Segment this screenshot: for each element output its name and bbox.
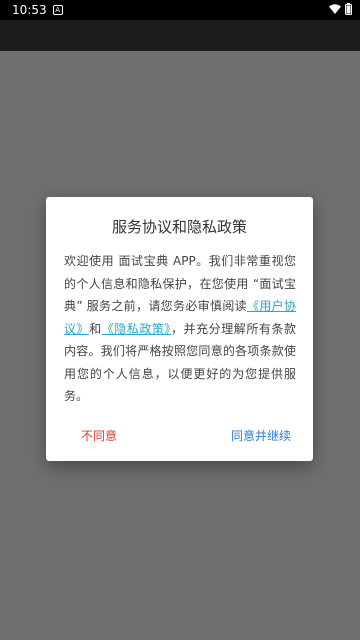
app-bar [0,20,360,51]
dialog-title: 服务协议和隐私政策 [111,218,247,236]
status-time: 10:53 [12,3,47,17]
status-left: 10:53 A [12,3,63,17]
status-bar: 10:53 A [0,0,360,20]
dialog-body: 欢迎使用 面试宝典 APP。我们非常重视您的个人信息和隐私保护，在您使用 “面试… [64,250,296,408]
and-text: 和 [89,321,102,336]
battery-icon [345,2,352,18]
privacy-policy-link[interactable]: 《隐私政策》 [102,322,171,336]
agree-continue-button[interactable]: 同意并继续 [231,427,291,444]
privacy-dialog: 服务协议和隐私政策 欢迎使用 面试宝典 APP。我们非常重视您的个人信息和隐私保… [46,197,313,461]
status-right [329,2,352,18]
disagree-button[interactable]: 不同意 [81,427,117,444]
wifi-icon [329,3,341,17]
notification-a-icon: A [52,5,63,15]
